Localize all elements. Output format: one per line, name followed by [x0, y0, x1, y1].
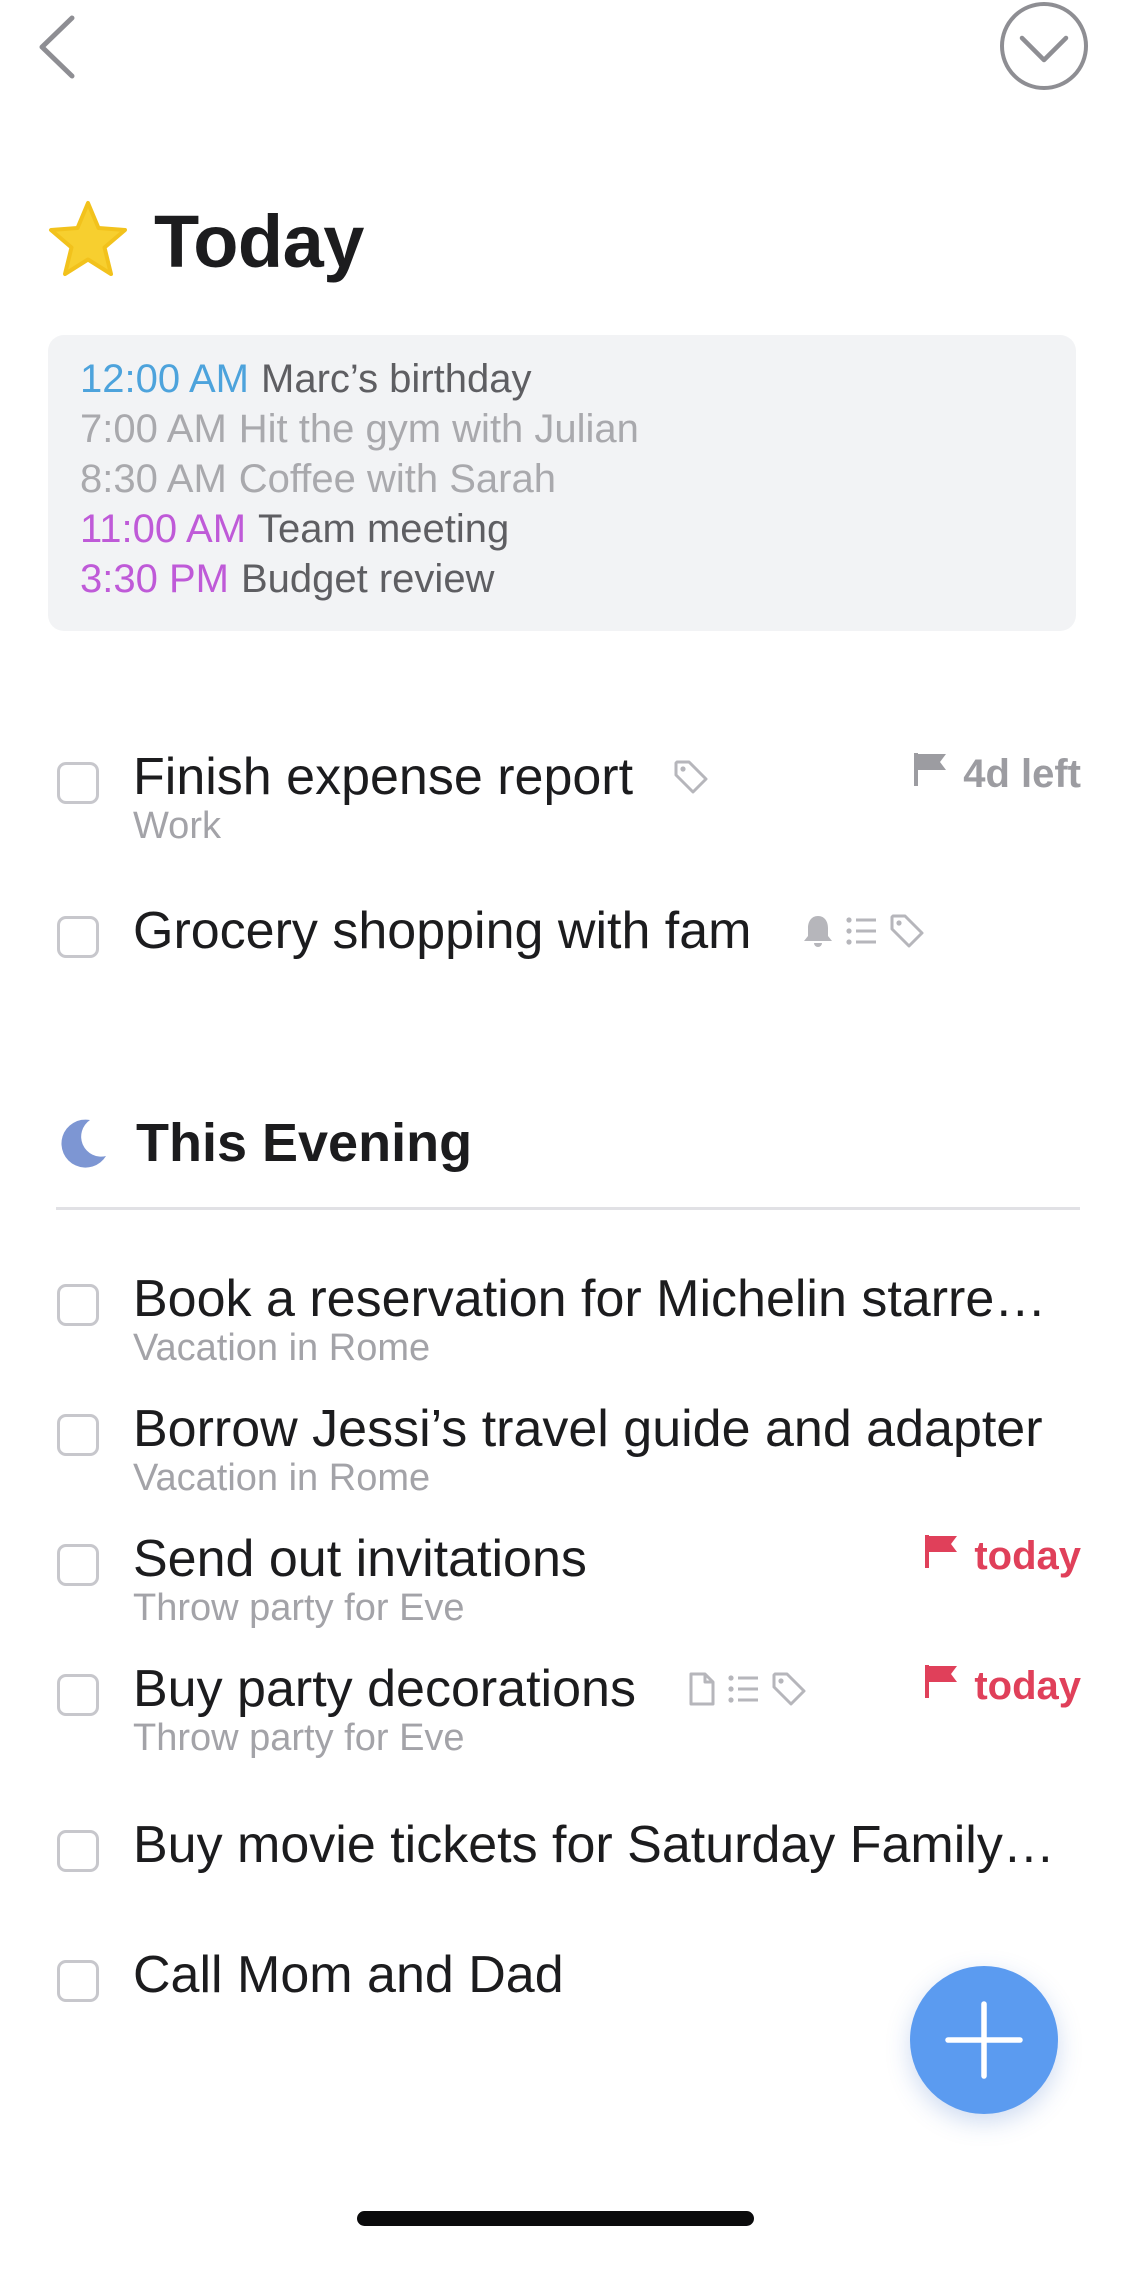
task-checkbox[interactable] [57, 1544, 99, 1586]
note-icon [688, 1671, 716, 1707]
task-title: Grocery shopping with fam [133, 902, 752, 960]
event-time: 8:30 AM [80, 457, 227, 501]
task-project: Work [133, 805, 221, 847]
checklist-icon [726, 1672, 760, 1706]
event-time: 3:30 PM [80, 557, 229, 601]
deadline-label: today [974, 1533, 1081, 1578]
chevron-left-icon [39, 15, 75, 79]
event-title: Team meeting [258, 507, 510, 551]
event-time: 12:00 AM [80, 357, 250, 401]
task-row[interactable]: Finish expense report Work 4d left [0, 736, 1125, 856]
task-checkbox[interactable] [57, 916, 99, 958]
task-row[interactable]: Borrow Jessi’s travel guide and adapter V… [0, 1388, 1125, 1508]
task-meta-icons [802, 912, 926, 950]
deadline-label: 4d left [963, 751, 1081, 796]
complete-button[interactable] [998, 0, 1090, 92]
task-title: Send out invitations [133, 1530, 587, 1588]
task-title: Buy party decorations [133, 1660, 636, 1718]
task-row[interactable]: Buy party decorations Throw party for Eve… [0, 1648, 1125, 1768]
task-meta-icons [688, 1670, 808, 1708]
task-deadline: today [922, 1662, 1081, 1710]
task-row[interactable]: Book a reservation for Michelin starre… V… [0, 1258, 1125, 1378]
task-title: Finish expense report [133, 748, 634, 806]
event-title: Hit the gym with Julian [238, 407, 639, 451]
task-checkbox[interactable] [57, 1414, 99, 1456]
calendar-events-panel[interactable]: 12:00 AM Marc’s birthday 7:00 AM Hit the gy… [48, 335, 1076, 631]
task-row[interactable]: Send out invitations Throw party for Eve t… [0, 1518, 1125, 1638]
calendar-event[interactable]: 3:30 PM Budget review [80, 554, 1076, 604]
event-time: 7:00 AM [80, 407, 227, 451]
moon-icon [61, 1119, 106, 1168]
calendar-event[interactable]: 7:00 AM Hit the gym with Julian [80, 404, 1076, 454]
task-project: Vacation in Rome [133, 1327, 431, 1369]
task-checkbox[interactable] [57, 1674, 99, 1716]
task-checkbox[interactable] [57, 762, 99, 804]
event-title: Budget review [240, 557, 495, 601]
section-title: This Evening [136, 1113, 473, 1173]
deadline-label: today [974, 1663, 1081, 1708]
page-header: Today [46, 196, 364, 286]
task-title: Buy movie tickets for Saturday Family… [133, 1816, 1055, 1874]
tag-icon [770, 1670, 808, 1708]
event-time: 11:00 AM [80, 507, 247, 551]
back-button[interactable] [28, 12, 88, 82]
task-meta-icons [672, 758, 710, 796]
calendar-event[interactable]: 8:30 AM Coffee with Sarah [80, 454, 1076, 504]
calendar-event[interactable]: 11:00 AM Team meeting [80, 504, 1076, 554]
section-divider [56, 1207, 1080, 1210]
flag-icon [911, 750, 949, 798]
task-checkbox[interactable] [57, 1830, 99, 1872]
tag-icon [672, 758, 710, 796]
task-row[interactable]: Buy movie tickets for Saturday Family… [0, 1804, 1125, 1884]
calendar-event[interactable]: 12:00 AM Marc’s birthday [80, 354, 1076, 404]
task-deadline: today [922, 1532, 1081, 1580]
task-title: Book a reservation for Michelin starre… [133, 1270, 1047, 1328]
checklist-icon [844, 914, 878, 948]
checkmark-circle-icon [1000, 2, 1088, 90]
section-header-this-evening: This Evening [56, 1112, 472, 1174]
task-title: Call Mom and Dad [133, 1946, 564, 2004]
add-task-button[interactable] [910, 1966, 1058, 2114]
event-title: Coffee with Sarah [238, 457, 556, 501]
event-title: Marc’s birthday [261, 357, 532, 401]
page-title: Today [154, 199, 364, 283]
task-project: Vacation in Rome [133, 1457, 431, 1499]
task-row[interactable]: Grocery shopping with fam [0, 890, 1125, 970]
tag-icon [888, 912, 926, 950]
task-title: Borrow Jessi’s travel guide and adapter [133, 1400, 1043, 1458]
flag-icon [922, 1662, 960, 1710]
task-project: Throw party for Eve [133, 1587, 465, 1629]
flag-icon [922, 1532, 960, 1580]
task-deadline: 4d left [911, 750, 1081, 798]
plus-icon [945, 2001, 1023, 2079]
task-checkbox[interactable] [57, 1960, 99, 2002]
bell-icon [802, 913, 834, 949]
task-project: Throw party for Eve [133, 1717, 465, 1759]
home-indicator [357, 2211, 754, 2226]
task-checkbox[interactable] [57, 1284, 99, 1326]
star-icon [49, 201, 127, 276]
